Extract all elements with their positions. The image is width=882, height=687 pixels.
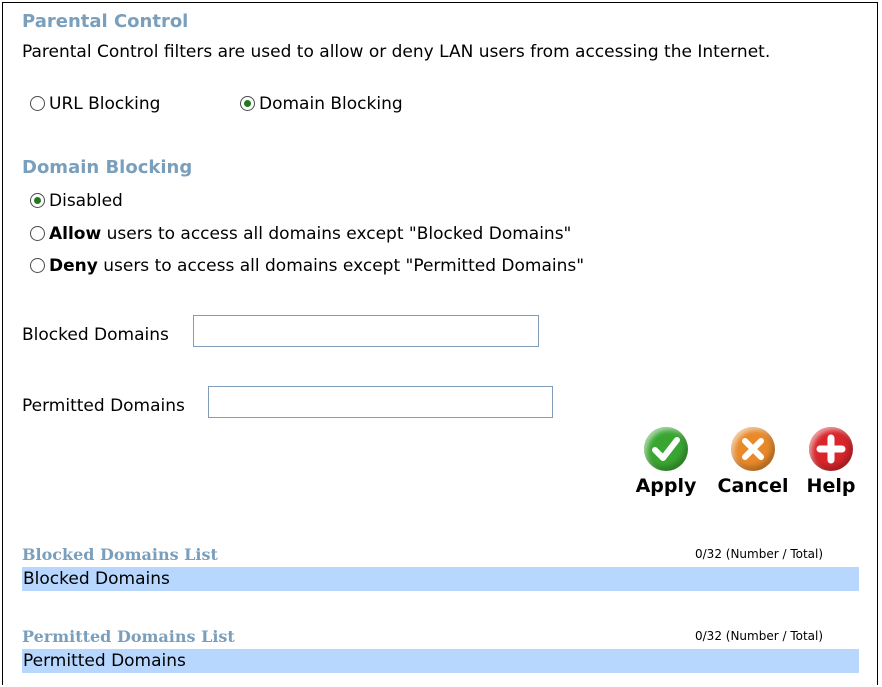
apply-label: Apply [635, 475, 697, 497]
cancel-button[interactable]: Cancel [713, 427, 793, 497]
checkmark-icon[interactable] [644, 427, 688, 471]
radio-domain-blocking[interactable]: Domain Blocking [240, 94, 403, 114]
permitted-domains-label: Permitted Domains [22, 396, 185, 416]
blocked-domains-label: Blocked Domains [22, 325, 169, 345]
page-title: Parental Control [22, 11, 189, 32]
radio-circle[interactable] [30, 96, 45, 111]
radio-deny[interactable]: Deny users to access all domains except … [30, 256, 584, 276]
permitted-list-title: Permitted Domains List [22, 627, 235, 646]
radio-label: Disabled [49, 191, 123, 211]
radio-label: Domain Blocking [259, 94, 403, 114]
blocked-list-header: Blocked Domains [22, 567, 859, 591]
radio-allow[interactable]: Allow users to access all domains except… [30, 224, 571, 244]
radio-disabled[interactable]: Disabled [30, 191, 123, 211]
page-description: Parental Control filters are used to all… [22, 42, 771, 62]
blocked-domains-input[interactable] [193, 315, 539, 347]
help-button[interactable]: Help [803, 427, 859, 497]
blocked-list-count: 0/32 (Number / Total) [695, 547, 824, 561]
radio-circle[interactable] [30, 193, 45, 208]
radio-label: users to access all domains except "Bloc… [101, 224, 572, 244]
radio-label-bold: Deny [49, 256, 98, 276]
section-title-domain-blocking: Domain Blocking [22, 157, 193, 178]
radio-label-bold: Allow [49, 224, 102, 244]
close-icon[interactable] [731, 427, 775, 471]
radio-label: users to access all domains except "Perm… [97, 256, 585, 276]
permitted-domains-input[interactable] [208, 386, 553, 418]
help-label: Help [806, 475, 856, 497]
plus-icon[interactable] [809, 427, 853, 471]
radio-label: URL Blocking [49, 94, 161, 114]
radio-circle[interactable] [30, 258, 45, 273]
permitted-list-count: 0/32 (Number / Total) [695, 629, 824, 643]
cancel-label: Cancel [717, 475, 789, 497]
radio-circle[interactable] [30, 226, 45, 241]
radio-circle[interactable] [240, 96, 255, 111]
apply-button[interactable]: Apply [628, 427, 704, 497]
radio-url-blocking[interactable]: URL Blocking [30, 94, 160, 114]
permitted-list-header: Permitted Domains [22, 649, 859, 673]
blocked-list-title: Blocked Domains List [22, 545, 218, 564]
